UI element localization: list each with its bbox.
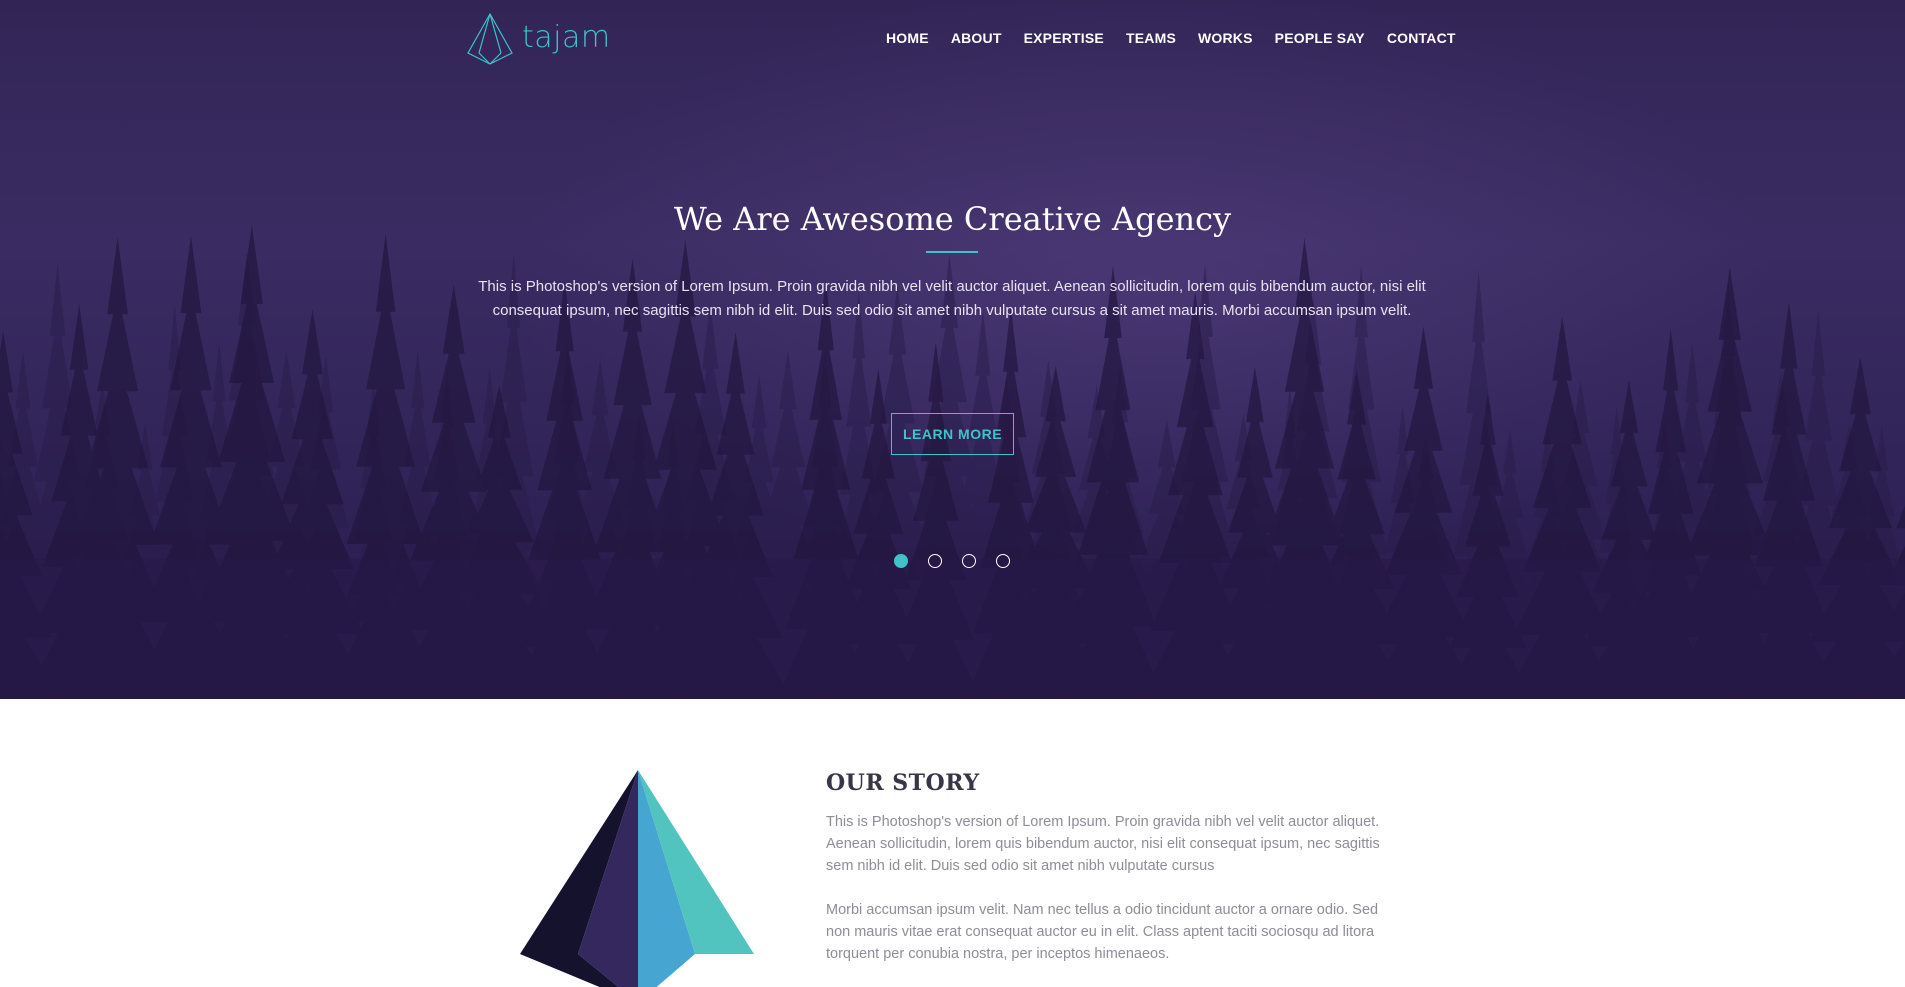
slider-dot-4[interactable] <box>996 554 1010 568</box>
nav-item-contact[interactable]: CONTACT <box>1387 30 1456 46</box>
hero-title-underline <box>926 251 978 253</box>
nav-item-works[interactable]: WORKS <box>1198 30 1253 46</box>
slider-dot-2[interactable] <box>928 554 942 568</box>
paper-plane-pyramid-icon <box>467 13 513 65</box>
story-paragraph-1: This is Photoshop's version of Lorem Ips… <box>826 814 1380 874</box>
brand-name: tajam <box>522 19 611 55</box>
story-paragraph-2: Morbi accumsan ipsum velit. Nam nec tell… <box>826 902 1379 962</box>
slider-dot-3[interactable] <box>962 554 976 568</box>
nav-item-home[interactable]: HOME <box>886 30 929 46</box>
hero-title: We Are Awesome Creative Agency <box>673 200 1232 238</box>
nav-item-expertise[interactable]: EXPERTISE <box>1024 30 1104 46</box>
slider-dot-1[interactable] <box>894 554 908 568</box>
paper-plane-pyramid-graphic <box>520 770 754 987</box>
main-nav: HOME ABOUT EXPERTISE TEAMS WORKS PEOPLE … <box>886 30 1478 46</box>
nav-item-teams[interactable]: TEAMS <box>1126 30 1176 46</box>
nav-item-about[interactable]: ABOUT <box>951 30 1002 46</box>
brand-logo[interactable]: tajam <box>467 13 611 65</box>
hero-section: tajam HOME ABOUT EXPERTISE TEAMS WORKS P… <box>0 0 1905 699</box>
slider-pagination <box>894 554 1030 568</box>
hero-description: This is Photoshop's version of Lorem Ips… <box>478 278 1426 319</box>
story-title: OUR STORY <box>826 770 980 796</box>
learn-more-button[interactable]: LEARN MORE <box>891 413 1014 455</box>
nav-item-people-say[interactable]: PEOPLE SAY <box>1275 30 1365 46</box>
